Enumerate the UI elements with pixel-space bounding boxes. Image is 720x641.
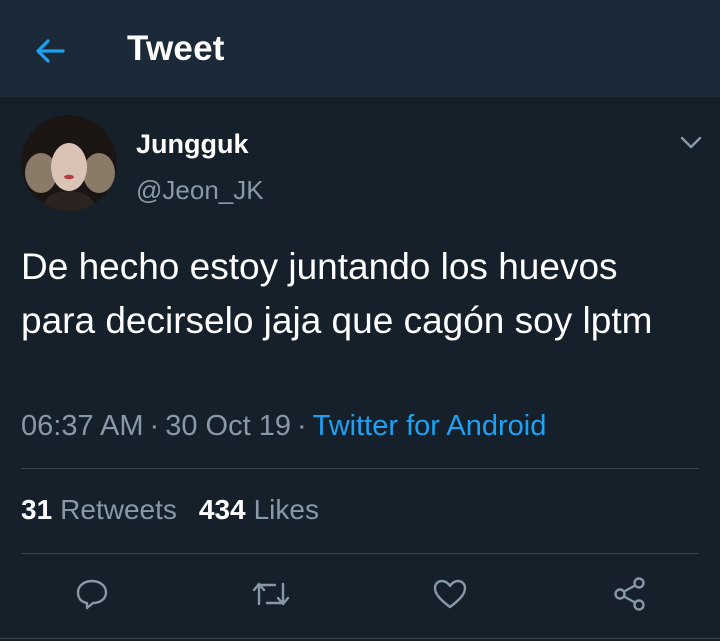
more-options-button[interactable] <box>674 128 708 158</box>
retweet-icon <box>252 582 290 606</box>
likes-label: Likes <box>253 494 319 525</box>
likes-stat[interactable]: 434 Likes <box>199 494 319 525</box>
tweet-source-link[interactable]: Twitter for Android <box>313 410 547 442</box>
chevron-down-icon <box>680 136 702 149</box>
avatar[interactable] <box>21 115 117 211</box>
reply-button[interactable] <box>72 574 112 614</box>
arrow-left-icon <box>36 39 65 63</box>
divider <box>21 553 699 554</box>
like-icon <box>433 579 467 609</box>
avatar-image <box>21 115 117 211</box>
back-button[interactable] <box>30 31 70 71</box>
reply-icon <box>76 579 108 610</box>
like-button[interactable] <box>430 574 470 614</box>
tweet-meta: 06:37 AM · 30 Oct 19 · Twitter for Android <box>21 410 546 443</box>
share-button[interactable] <box>610 574 650 614</box>
retweets-count: 31 <box>21 494 53 525</box>
tweet-time: 06:37 AM <box>21 410 144 442</box>
likes-count: 434 <box>198 494 246 525</box>
author-name[interactable]: Jungguk <box>136 129 249 160</box>
top-bar: Tweet <box>0 0 720 99</box>
divider <box>0 638 720 639</box>
author-handle[interactable]: @Jeon_JK <box>136 175 264 206</box>
share-icon <box>614 577 645 611</box>
divider <box>21 468 699 469</box>
retweets-stat[interactable]: 31 Retweets <box>21 494 177 525</box>
tweet-stats: 31 Retweets 434 Likes <box>21 494 319 526</box>
tweet-text: De hecho estoy juntando los huevos para … <box>21 246 653 341</box>
retweet-button[interactable] <box>251 574 291 614</box>
page-title: Tweet <box>127 29 225 68</box>
tweet-date: 30 Oct 19 <box>165 410 291 442</box>
meta-separator: · <box>296 410 307 442</box>
meta-separator: · <box>149 410 160 442</box>
retweets-label: Retweets <box>60 494 177 525</box>
